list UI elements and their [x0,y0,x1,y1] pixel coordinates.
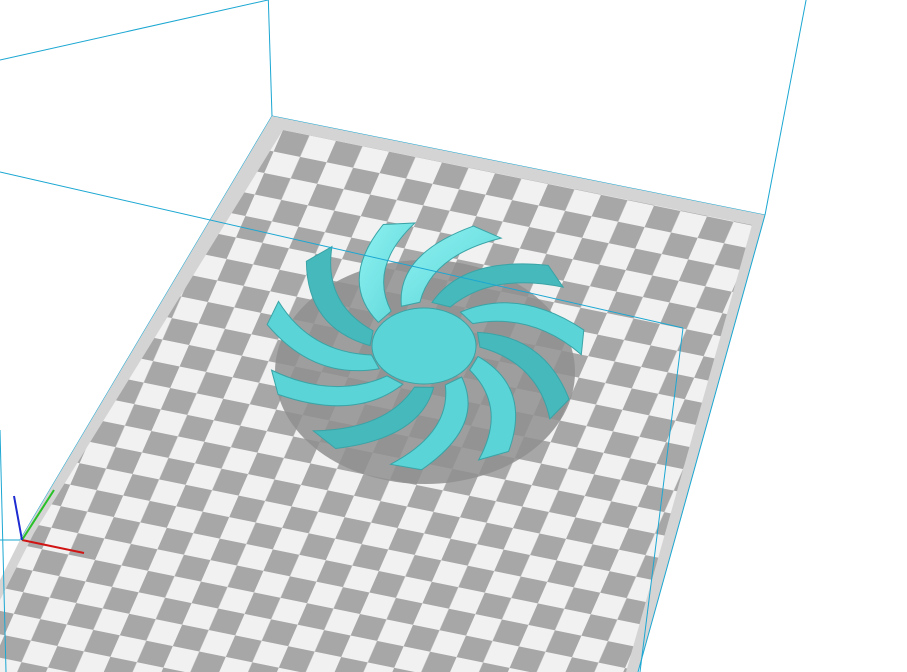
fan-hub [371,307,477,385]
3d-viewport[interactable] [0,0,907,672]
3d-build-volume[interactable] [0,0,907,672]
z-axis [13,495,23,541]
